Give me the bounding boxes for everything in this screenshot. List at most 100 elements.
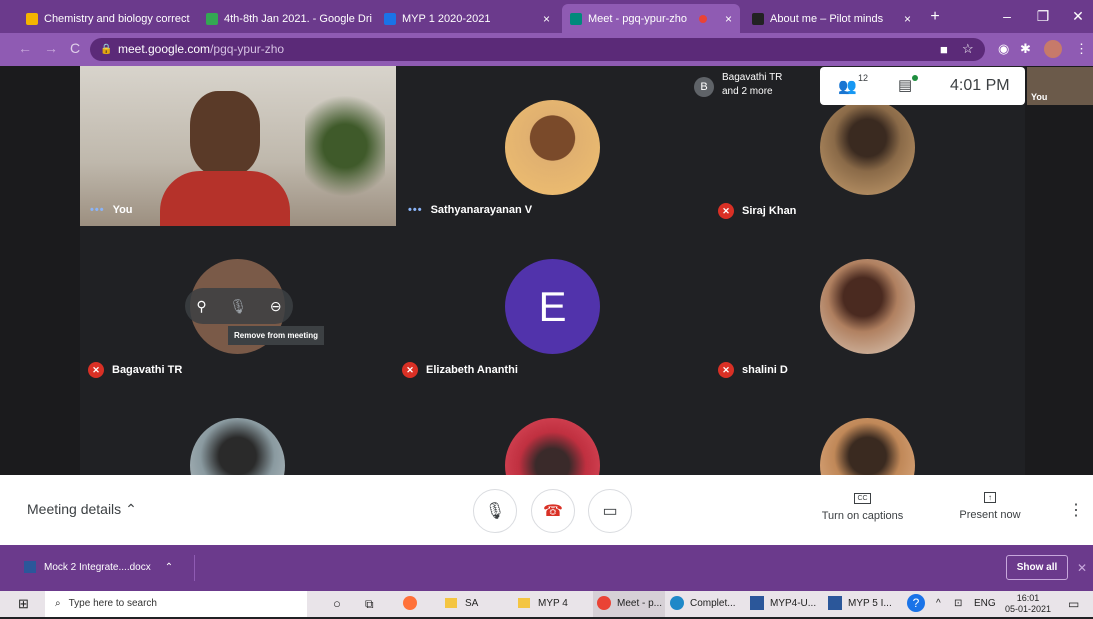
taskbar-firefox[interactable] (403, 591, 417, 617)
taskbar-word-2[interactable]: MYP 5 I... (828, 591, 892, 617)
person-body (160, 171, 290, 226)
name-label: You (112, 204, 133, 216)
taskbar-label: MYP 4 (538, 598, 568, 609)
close-icon[interactable]: × (719, 12, 732, 26)
name-label: Bagavathi TR (112, 364, 183, 376)
notification-line2: and 2 more (722, 86, 773, 97)
task-view-icon[interactable]: ⧉ (365, 591, 374, 617)
tab-about-me[interactable]: About me – Pilot minds × (744, 4, 919, 33)
reload-button[interactable]: C (70, 40, 80, 56)
maximize-button[interactable]: ❐ (1028, 4, 1058, 28)
show-all-button[interactable]: Show all (1006, 555, 1068, 580)
help-icon[interactable]: ? (907, 591, 925, 617)
new-tab-button[interactable]: + (925, 7, 945, 27)
left-margin (0, 66, 80, 475)
mic-off-icon: ✕ (718, 362, 734, 378)
mic-off-icon: ✕ (718, 203, 734, 219)
self-video-tile[interactable] (80, 66, 396, 226)
close-icon[interactable]: × (898, 12, 911, 26)
meeting-details-label: Meeting details (27, 501, 122, 517)
network-icon[interactable]: ⊡ (954, 591, 962, 617)
participant-hover-menu: ⚲ 🎙 ⊖ (185, 288, 293, 324)
chat-icon[interactable]: ▤ (898, 76, 912, 94)
meeting-info-box: 👥 12 ▤ 4:01 PM (820, 67, 1025, 105)
taskbar-edge[interactable]: Complet... (670, 591, 736, 617)
taskbar-chrome[interactable]: Meet - p... (593, 591, 665, 617)
window-close-button[interactable]: ✕ (1063, 4, 1093, 28)
folder-icon (518, 598, 530, 609)
participant-name: ✕ Elizabeth Ananthi (402, 362, 518, 378)
avatar-elizabeth: E (505, 259, 600, 354)
notification-line1: Bagavathi TR (722, 72, 783, 83)
notification-center-icon[interactable]: ▭ (1068, 591, 1079, 617)
more-options-icon[interactable]: ⋮ (1068, 500, 1084, 520)
avatar-shalini (820, 259, 915, 354)
menu-icon[interactable]: ⋮ (1075, 41, 1088, 57)
back-button[interactable]: ← (18, 40, 32, 56)
profile-avatar[interactable] (1044, 40, 1062, 58)
hang-up-icon: ☎ (543, 503, 563, 520)
clock-time: 16:01 (1016, 593, 1040, 603)
camera-in-use-icon[interactable]: ■ (940, 42, 948, 57)
taskbar-label: Meet - p... (617, 598, 663, 609)
windows-start-icon[interactable]: ⊞ (18, 591, 29, 617)
close-icon[interactable]: × (190, 12, 197, 26)
remove-participant-icon[interactable]: ⊖ (270, 298, 282, 315)
microphone-button[interactable]: 🎙 (473, 489, 517, 533)
close-download-bar-icon[interactable]: ✕ (1077, 561, 1087, 575)
download-file-name: Mock 2 Integrate....docx (44, 562, 151, 573)
meeting-time: 4:01 PM (950, 77, 1010, 94)
cortana-icon[interactable]: ○ (333, 591, 341, 617)
present-button[interactable]: ↑ Present now (945, 491, 1035, 521)
tab-chemistry[interactable]: Chemistry and biology correct × (18, 4, 196, 33)
forward-button[interactable]: → (44, 40, 58, 56)
clock[interactable]: 16:01 05-01-2021 (1005, 593, 1051, 619)
tab-label: MYP 1 2020-2021 (402, 12, 491, 25)
extension-icon[interactable]: ◉ (998, 41, 1009, 57)
chevron-up-icon[interactable]: ⌃ (165, 562, 173, 573)
folder-icon (445, 598, 457, 609)
taskbar-label: MYP 5 I... (848, 598, 892, 609)
bookmark-star-icon[interactable]: ☆ (962, 41, 974, 57)
tab-meet[interactable]: Meet - pgq-ypur-zho × (562, 4, 740, 33)
present-label: Present now (959, 509, 1021, 521)
close-icon[interactable]: × (372, 12, 373, 26)
puzzle-icon[interactable]: ✱ (1020, 41, 1031, 57)
close-icon[interactable]: × (537, 12, 550, 26)
tray-chevron-icon[interactable]: ^ (936, 591, 941, 617)
people-icon[interactable]: 👥 (838, 77, 857, 95)
participant-name-you: ••• You (90, 204, 133, 216)
drive-icon (206, 12, 218, 25)
minimize-button[interactable]: – (992, 4, 1022, 28)
avatar-row3-left (190, 418, 285, 475)
edge-icon (670, 596, 684, 611)
taskbar-word-1[interactable]: MYP4-U... (750, 591, 816, 617)
tab-drive[interactable]: 4th-8th Jan 2021. - Google Dri × (198, 4, 373, 33)
url-input[interactable]: 🔒 meet.google.com/pgq-ypur-zho (90, 38, 985, 61)
avatar-row3-center (505, 418, 600, 475)
tab-classroom[interactable]: MYP 1 2020-2021 × (376, 4, 558, 33)
self-view-thumbnail[interactable]: You (1027, 67, 1093, 105)
name-label: Siraj Khan (742, 205, 797, 217)
word-icon (750, 596, 764, 611)
captions-button[interactable]: CC Turn on captions (810, 491, 915, 522)
self-view-label: You (1031, 92, 1048, 102)
notification-avatar: B (694, 77, 714, 97)
taskbar-folder-myp4[interactable]: MYP 4 (518, 591, 568, 617)
participant-name: ✕ Siraj Khan (718, 203, 796, 219)
mute-participant-icon[interactable]: 🎙 (229, 298, 247, 315)
url-path: /pgq-ypur-zho (210, 42, 285, 56)
name-label: shalini D (742, 364, 788, 376)
meeting-details-button[interactable]: Meeting details ⌃ (27, 501, 137, 518)
taskbar-label: Complet... (690, 598, 736, 609)
leave-call-button[interactable]: ☎ (531, 489, 575, 533)
taskbar-search-input[interactable]: ⌕ Type here to search (45, 591, 307, 617)
captions-icon: CC (854, 493, 871, 504)
language-indicator[interactable]: ENG (974, 591, 996, 617)
clock-date: 05-01-2021 (1005, 604, 1052, 614)
join-notification[interactable]: B Bagavathi TR and 2 more (684, 67, 814, 105)
pin-icon[interactable]: ⚲ (196, 298, 206, 315)
taskbar-folder-sa[interactable]: SA (445, 591, 478, 617)
download-item[interactable]: Mock 2 Integrate....docx ⌃ (10, 555, 195, 581)
camera-button[interactable]: ▭ (588, 489, 632, 533)
